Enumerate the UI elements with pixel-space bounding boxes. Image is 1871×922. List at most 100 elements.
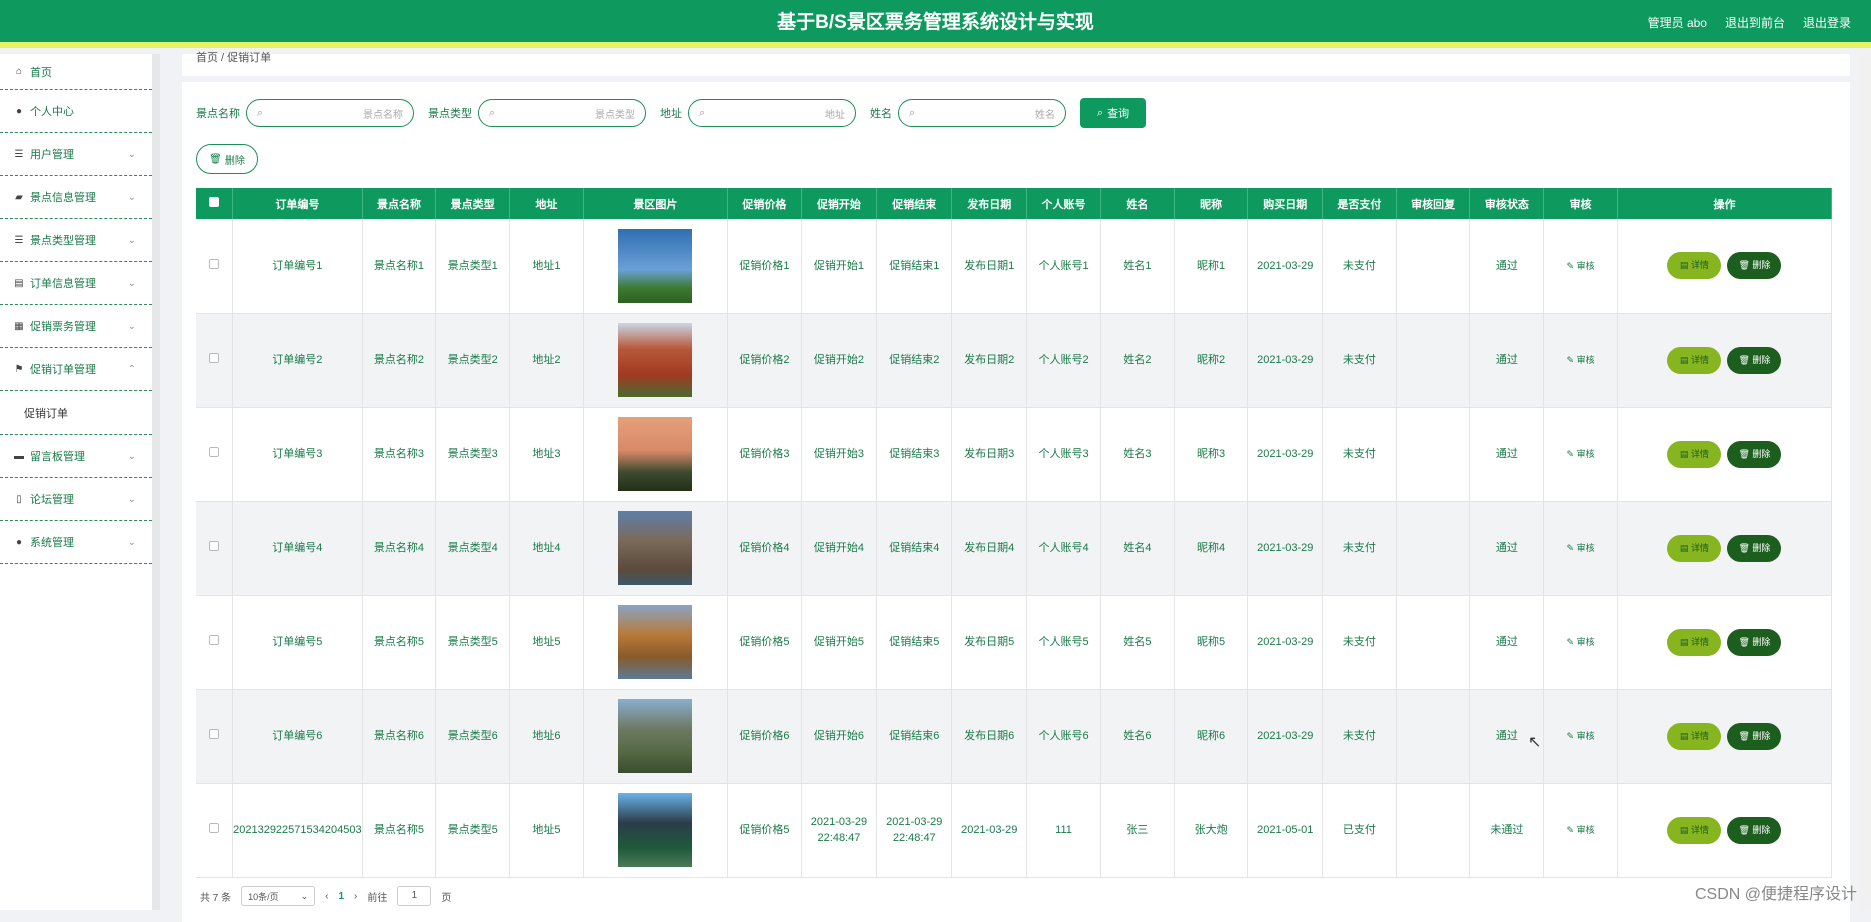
detail-button[interactable]: ▤ 详情 <box>1667 816 1722 844</box>
sidebar-item-7[interactable]: ⚑ 促销订单管理 ⌃ <box>0 348 152 391</box>
logout-link[interactable]: 退出登录 <box>1803 0 1851 48</box>
detail-button[interactable]: ▤ 详情 <box>1667 252 1722 280</box>
table-cell: 促销价格5 <box>727 595 802 690</box>
sidebar-item-0[interactable]: ⌂ 首页 <box>0 54 152 90</box>
table-row: 订单编号4 景点名称4 景点类型4 地址4 促销价格4 促销开始4 促销结束4 发布日期4 个人… <box>196 501 1833 596</box>
scrollbar[interactable] <box>1858 54 1871 910</box>
monitor-icon: ▬ <box>14 450 24 462</box>
table-cell: 个人账号4 <box>1026 501 1102 596</box>
row-checkbox[interactable] <box>209 541 220 551</box>
audit-link[interactable]: ✎ 审核 <box>1567 543 1595 553</box>
jump-input[interactable]: 1 <box>397 886 432 906</box>
row-checkbox[interactable] <box>209 729 220 739</box>
detail-button[interactable]: ▤ 详情 <box>1667 534 1722 562</box>
document-icon: ▤ <box>1679 260 1689 271</box>
table-cell: 景点名称5 <box>362 595 437 690</box>
search-icon: ⌕ <box>1096 106 1104 119</box>
delete-button[interactable]: 🗑 删除 <box>1727 722 1782 750</box>
audit-link[interactable]: ✎ 审核 <box>1567 449 1595 459</box>
column-header: 促销结束 <box>876 188 953 219</box>
delete-button[interactable]: 🗑 删除 <box>1727 534 1782 562</box>
delete-button[interactable]: 🗑 删除 <box>1727 816 1782 844</box>
detail-button[interactable]: ▤ 详情 <box>1667 722 1722 750</box>
chevron-down-icon: ⌄ <box>127 148 136 160</box>
breadcrumb: 首页 / 促销订单 <box>182 53 1850 76</box>
audit-link[interactable]: ✎ 审核 <box>1567 637 1595 647</box>
row-checkbox[interactable] <box>209 447 220 457</box>
column-header: 地址 <box>509 188 584 219</box>
sidebar-item-2[interactable]: ☰ 用户管理 ⌄ <box>0 133 152 176</box>
table-cell: 发布日期4 <box>951 501 1028 596</box>
sidebar-item-5[interactable]: ▤ 订单信息管理 ⌄ <box>0 262 152 305</box>
sidebar-item-8[interactable]: ▬ 留言板管理 ⌄ <box>0 435 152 478</box>
edit-icon: ✎ <box>1566 637 1575 647</box>
column-header: 景点类型 <box>435 188 511 219</box>
app-title: 基于B/S景区票务管理系统设计与实现 <box>777 12 1094 33</box>
column-header: 促销价格 <box>727 188 802 219</box>
chevron-down-icon: ⌄ <box>127 191 136 203</box>
detail-button[interactable]: ▤ 详情 <box>1667 628 1722 656</box>
audit-link[interactable]: ✎ 审核 <box>1567 355 1595 365</box>
table-cell: 111 <box>1026 783 1102 878</box>
detail-button[interactable]: ▤ 详情 <box>1667 440 1722 468</box>
printer-icon: ▤ <box>14 277 24 289</box>
edit-icon: ✎ <box>1566 260 1575 271</box>
sidebar-item-label: 促销订单管理 <box>30 364 96 376</box>
table-cell <box>1396 595 1471 690</box>
page-size-select[interactable]: 10条/页 ⌄ <box>241 886 316 906</box>
prev-page-icon[interactable]: ‹ <box>325 891 328 902</box>
audit-link[interactable]: ✎ 审核 <box>1567 731 1595 741</box>
search-input[interactable]: ⌕ 景点名称 <box>246 99 414 127</box>
admin-label: 管理员 abo <box>1647 16 1707 30</box>
chevron-down-icon: ⌄ <box>300 890 309 901</box>
batch-delete-button[interactable]: 🗑 删除 <box>196 144 258 174</box>
table-cell: 发布日期6 <box>951 689 1028 784</box>
table-cell: 通过 <box>1469 407 1545 502</box>
row-checkbox[interactable] <box>209 353 220 363</box>
audit-link[interactable]: ✎ 审核 <box>1567 261 1595 271</box>
search-label: 景点类型 <box>428 108 472 120</box>
sidebar-item-3[interactable]: ▰ 景点信息管理 ⌄ <box>0 176 152 219</box>
table-cell: 个人账号5 <box>1026 595 1102 690</box>
page-number[interactable]: 1 <box>338 891 344 902</box>
delete-button[interactable]: 🗑 删除 <box>1727 346 1782 374</box>
search-input[interactable]: ⌕ 景点类型 <box>478 99 646 127</box>
table-cell: 个人账号2 <box>1026 313 1102 408</box>
delete-button[interactable]: 🗑 删除 <box>1727 440 1782 468</box>
column-header: 促销开始 <box>801 188 878 219</box>
column-header: 昵称 <box>1174 188 1249 219</box>
table-cell: 促销结束5 <box>876 595 953 690</box>
audit-link[interactable]: ✎ 审核 <box>1567 825 1595 835</box>
table-cell: 促销开始2 <box>801 313 878 408</box>
submenu-item-promo-orders[interactable]: 促销订单 <box>0 391 152 435</box>
table-cell: 促销价格6 <box>727 689 802 784</box>
select-all-checkbox[interactable] <box>209 197 220 207</box>
query-button[interactable]: ⌕ 查询 <box>1080 98 1146 128</box>
row-checkbox[interactable] <box>209 635 220 645</box>
table-cell <box>1396 219 1471 314</box>
table-cell: 2021-03-29 <box>1247 595 1324 690</box>
table-cell: 姓名4 <box>1100 501 1175 596</box>
delete-button[interactable]: 🗑 删除 <box>1727 628 1782 656</box>
next-page-icon[interactable]: › <box>354 891 357 902</box>
chevron-down-icon: ⌄ <box>127 320 136 332</box>
table-cell: 昵称4 <box>1174 501 1249 596</box>
front-link[interactable]: 退出到前台 <box>1725 0 1785 48</box>
detail-button[interactable]: ▤ 详情 <box>1667 346 1722 374</box>
row-checkbox[interactable] <box>209 258 220 269</box>
sidebar-item-4[interactable]: ☰ 景点类型管理 ⌄ <box>0 219 152 262</box>
sidebar-item-label: 用户管理 <box>30 149 74 161</box>
delete-button[interactable]: 🗑 删除 <box>1727 252 1782 280</box>
sidebar-item-9[interactable]: ▯ 论坛管理 ⌄ <box>0 478 152 521</box>
sidebar-item-1[interactable]: ● 个人中心 <box>0 90 152 133</box>
table-cell: 昵称2 <box>1174 313 1249 408</box>
table-cell: 通过 <box>1469 219 1545 314</box>
sidebar-item-6[interactable]: ▦ 促销票务管理 ⌄ <box>0 305 152 348</box>
table-cell: 张大炮 <box>1174 783 1249 878</box>
scenic-image <box>618 417 693 491</box>
sidebar-item-10[interactable]: ● 系统管理 ⌄ <box>0 521 152 564</box>
row-checkbox[interactable] <box>209 823 220 833</box>
table-cell: 个人账号3 <box>1026 407 1102 502</box>
search-input[interactable]: ⌕ 姓名 <box>898 99 1066 127</box>
search-input[interactable]: ⌕ 地址 <box>688 99 856 127</box>
